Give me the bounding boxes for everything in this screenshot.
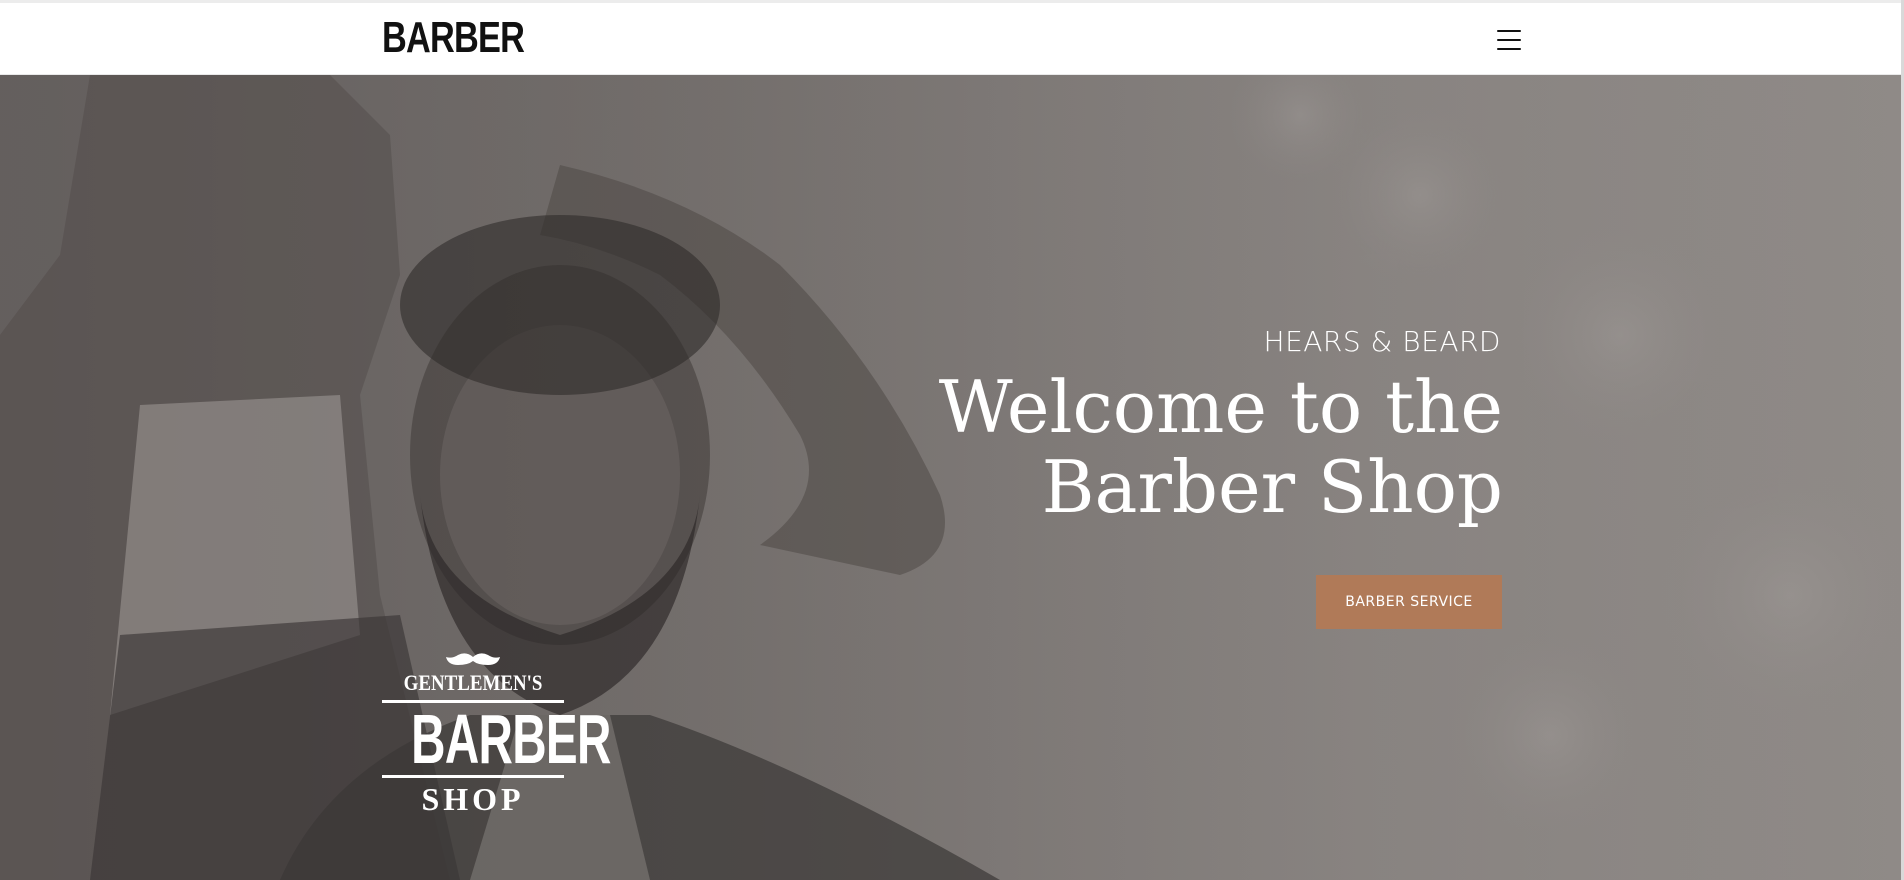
hero-section: HEARS & BEARD Welcome to the Barber Shop… bbox=[0, 75, 1904, 880]
brand-logo[interactable]: BARBER bbox=[382, 14, 525, 62]
gentlemens-barber-shop-logo: GENTLEMEN'S BARBER SHOP bbox=[382, 651, 611, 821]
menu-bar bbox=[1497, 48, 1521, 50]
logo-line1: GENTLEMEN'S bbox=[403, 670, 543, 695]
navbar: BARBER bbox=[0, 3, 1904, 75]
hero-title-line: Welcome to the bbox=[938, 365, 1503, 449]
hero-title-line: Barber Shop bbox=[1041, 445, 1503, 529]
mustache-icon bbox=[446, 653, 500, 665]
logo-divider bbox=[382, 775, 564, 778]
menu-bar bbox=[1497, 30, 1521, 32]
hero-subtitle: HEARS & BEARD bbox=[1263, 325, 1501, 358]
logo-line2: BARBER bbox=[411, 700, 611, 778]
menu-bar bbox=[1497, 39, 1521, 41]
barber-service-button[interactable]: BARBER SERVICE bbox=[1316, 575, 1502, 629]
logo-line3: SHOP bbox=[421, 781, 525, 817]
hamburger-menu-icon[interactable] bbox=[1494, 27, 1524, 53]
hero-title: Welcome to the Barber Shop bbox=[939, 367, 1503, 527]
